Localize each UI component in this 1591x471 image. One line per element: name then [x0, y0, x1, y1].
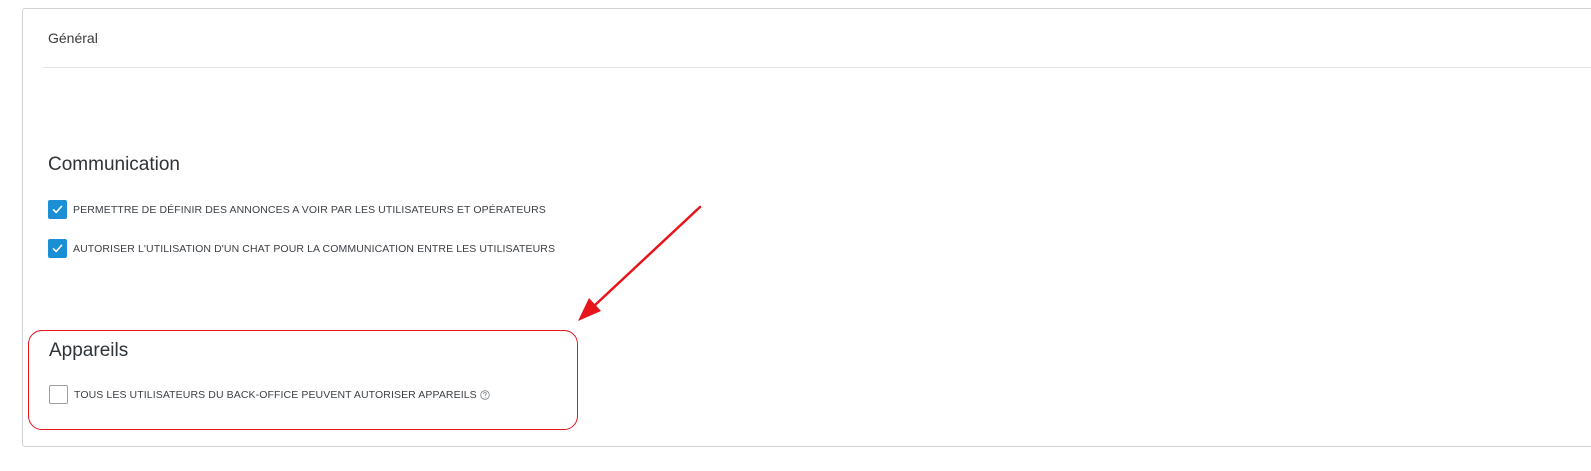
- annotation-arrow-icon: [578, 205, 702, 321]
